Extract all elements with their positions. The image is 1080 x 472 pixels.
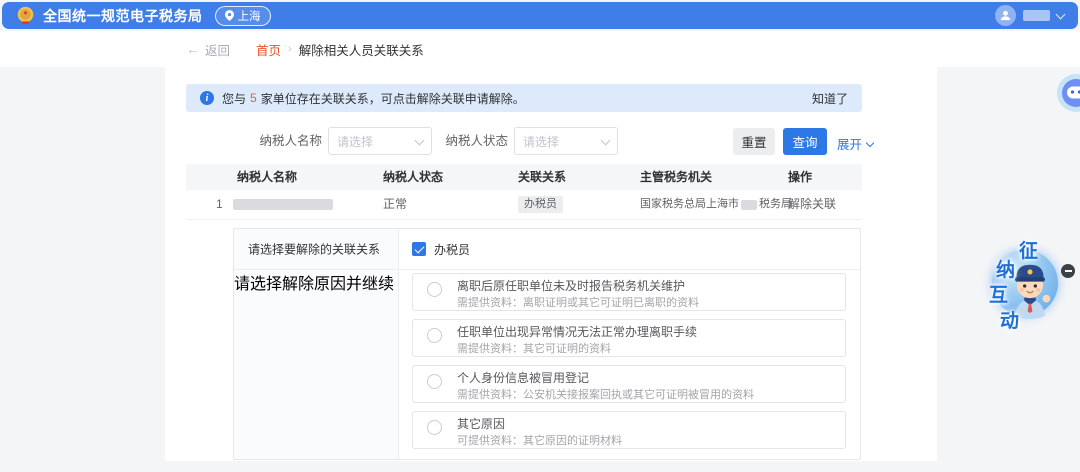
chevron-down-icon	[1056, 9, 1066, 19]
redacted-authority	[741, 200, 757, 210]
user-avatar	[995, 5, 1016, 26]
banner-text-prefix: 您与	[222, 90, 246, 107]
chat-bubble-icon	[1056, 73, 1080, 113]
relation-tag: 办税员	[518, 196, 563, 213]
breadcrumb: ← 返回 首页 › 解除相关人员关联关系	[186, 31, 424, 67]
back-label: 返回	[205, 40, 230, 59]
breadcrumb-home-link[interactable]: 首页	[256, 40, 281, 59]
authority-prefix: 国家税务总局上海市	[640, 190, 739, 219]
back-button[interactable]: ← 返回	[186, 40, 230, 59]
col-taxpayer-name: 纳税人名称	[237, 164, 297, 190]
location-label: 上海	[238, 8, 261, 24]
option-title: 个人身份信息被冒用登记	[457, 371, 835, 386]
option-title: 其它原因	[457, 417, 835, 432]
radio-icon	[427, 374, 442, 389]
banner-count: 5	[250, 91, 257, 105]
reason-option-3[interactable]: 个人身份信息被冒用登记 需提供资料：公安机关接报案回执或其它可证明被冒用的资料	[412, 365, 846, 403]
detail-panel: 请选择要解除的关联关系 办税员 请选择解除原因并继续 离职后原任职单位未及时报告…	[233, 228, 861, 460]
widget-char-na: 纳	[996, 261, 1015, 280]
taxpayer-name-label: 纳税人名称	[250, 127, 322, 155]
redacted-taxpayer-name	[233, 199, 333, 210]
row-index: 1	[216, 190, 223, 219]
radio-icon	[427, 420, 442, 435]
reason-option-4[interactable]: 其它原因 可提供资料：其它原因的证明材料	[412, 411, 846, 449]
app-header: 全国统一规范电子税务局 上海	[2, 2, 1078, 29]
reset-button[interactable]: 重置	[733, 128, 775, 155]
relation-row: 请选择要解除的关联关系 办税员	[234, 229, 860, 270]
reason-option-2[interactable]: 任职单位出现异常情况无法正常办理离职手续 需提供资料：其它可证明的资料	[412, 319, 846, 357]
widget-char-hu: 互	[989, 286, 1008, 305]
taxpayer-status-select[interactable]: 请选择	[514, 127, 618, 155]
person-icon	[999, 9, 1012, 22]
taxpayer-name-select[interactable]: 请选择	[328, 127, 432, 155]
chevron-down-icon	[601, 135, 611, 145]
location-selector[interactable]: 上海	[215, 6, 271, 26]
widget-char-dong: 动	[1000, 312, 1019, 331]
user-menu[interactable]	[995, 5, 1064, 26]
relation-checkbox-label: 办税员	[434, 241, 470, 258]
banner-text-suffix: 家单位存在关联关系，可点击解除关联申请解除。	[261, 90, 525, 107]
col-authority: 主管税务机关	[640, 164, 712, 190]
widget-char-zheng: 征	[1019, 242, 1038, 261]
option-desc: 需提供资料：其它可证明的资料	[457, 342, 835, 356]
breadcrumb-separator: ›	[288, 43, 292, 55]
option-desc: 需提供资料：离职证明或其它可证明已离职的资料	[457, 296, 835, 310]
option-title: 离职后原任职单位未及时报告税务机关维护	[457, 279, 835, 294]
row-status: 正常	[383, 190, 407, 219]
table-header: 纳税人名称 纳税人状态 关联关系 主管税务机关 操作	[186, 164, 862, 190]
expand-label: 展开	[837, 134, 862, 153]
minus-icon	[1065, 270, 1072, 272]
relation-label: 请选择要解除的关联关系	[248, 241, 380, 258]
info-icon: i	[200, 91, 214, 105]
notice-banner: i 您与 5 家单位存在关联关系，可点击解除关联申请解除。 知道了	[186, 84, 862, 112]
chevron-down-icon	[415, 135, 425, 145]
reason-label-cell: 请选择解除原因并继续	[234, 270, 399, 459]
option-title: 任职单位出现异常情况无法正常办理离职手续	[457, 325, 835, 340]
radio-icon	[427, 328, 442, 343]
reason-label: 请选择解除原因并继续	[234, 276, 394, 293]
chevron-down-icon	[866, 138, 874, 146]
chat-assistant-button[interactable]	[1056, 73, 1080, 113]
reason-options: 离职后原任职单位未及时报告税务机关维护 需提供资料：离职证明或其它可证明已离职的…	[412, 273, 846, 457]
back-arrow-icon: ←	[186, 41, 200, 57]
col-action: 操作	[788, 164, 812, 190]
search-button[interactable]: 查询	[783, 128, 827, 155]
remove-relation-link[interactable]: 解除关联	[788, 190, 836, 219]
app-title: 全国统一规范电子税务局	[43, 6, 203, 26]
interaction-widget[interactable]: 征 纳 互 动	[975, 233, 1080, 351]
reason-option-1[interactable]: 离职后原任职单位未及时报告税务机关维护 需提供资料：离职证明或其它可证明已离职的…	[412, 273, 846, 311]
relation-checkbox[interactable]	[412, 242, 426, 256]
col-relation: 关联关系	[518, 164, 566, 190]
taxpayer-status-value: 请选择	[523, 133, 559, 150]
row-authority: 国家税务总局上海市 税务局	[640, 190, 792, 219]
radio-icon	[427, 282, 442, 297]
relation-label-cell: 请选择要解除的关联关系	[234, 229, 399, 269]
col-taxpayer-status: 纳税人状态	[383, 164, 443, 190]
redacted-username	[1023, 10, 1050, 21]
breadcrumb-bar: ← 返回 首页 › 解除相关人员关联关系	[0, 31, 1080, 67]
option-desc: 需提供资料：公安机关接报案回执或其它可证明被冒用的资料	[457, 388, 835, 402]
taxpayer-name-value: 请选择	[337, 133, 373, 150]
check-icon	[414, 243, 424, 253]
option-desc: 可提供资料：其它原因的证明材料	[457, 434, 835, 448]
table-row: 1 正常 办税员 国家税务总局上海市 税务局 解除关联	[186, 190, 862, 220]
widget-minimize-button[interactable]	[1061, 264, 1075, 278]
banner-dismiss-button[interactable]: 知道了	[812, 90, 848, 107]
taxpayer-status-label: 纳税人状态	[440, 127, 508, 155]
expand-filters-link[interactable]: 展开	[837, 134, 873, 153]
national-emblem-icon	[16, 6, 35, 25]
location-pin-icon	[225, 10, 234, 21]
breadcrumb-current: 解除相关人员关联关系	[299, 40, 424, 59]
